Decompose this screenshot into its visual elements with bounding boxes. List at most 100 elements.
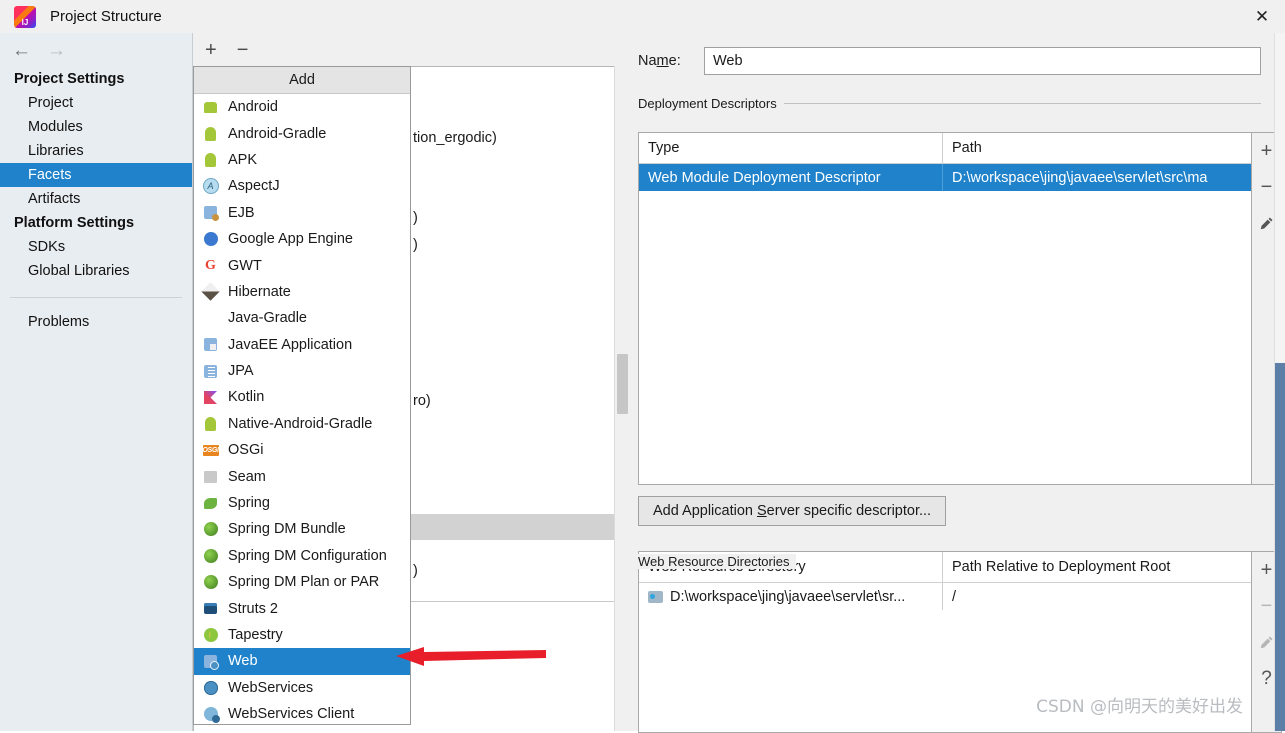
popup-item-label: JPA <box>228 363 254 380</box>
close-icon[interactable]: ✕ <box>1239 0 1285 33</box>
nav-history-buttons: ← → <box>0 33 192 67</box>
popup-item-native-android-gradle[interactable]: Native-Android-Gradle <box>194 411 410 437</box>
name-label: Name: <box>638 53 681 69</box>
sidebar-item-modules[interactable]: Modules <box>0 115 192 139</box>
popup-item-java-gradle[interactable]: Java-Gradle <box>194 305 410 331</box>
webservices-icon <box>202 679 219 696</box>
facets-tree-fragment: ) <box>413 563 418 579</box>
dialog-scrollbar-track[interactable] <box>1274 33 1285 731</box>
popup-item-web[interactable]: Web <box>194 648 410 675</box>
hibernate-icon <box>201 282 220 302</box>
forward-arrow-icon[interactable]: → <box>47 41 66 60</box>
popup-item-label: Struts 2 <box>228 600 278 617</box>
back-arrow-icon[interactable]: ← <box>12 41 31 60</box>
webservices-client-icon <box>202 706 220 724</box>
column-header-path-relative[interactable]: Path Relative to Deployment Root <box>942 552 1251 582</box>
title-bar: Project Structure ✕ <box>0 0 1285 33</box>
popup-item-javaee-application[interactable]: JavaEE Application <box>194 332 410 358</box>
popup-item-label: Kotlin <box>228 389 265 406</box>
blank-icon <box>202 310 219 327</box>
popup-item-label: Seam <box>228 468 266 485</box>
popup-item-label: OSGi <box>228 442 264 459</box>
left-sidebar: ← → Project Settings Project Modules Lib… <box>0 33 193 731</box>
sidebar-item-project[interactable]: Project <box>0 91 192 115</box>
popup-item-spring-dm-bundle[interactable]: Spring DM Bundle <box>194 516 410 542</box>
watermark: CSDN @向明天的美好出发 <box>1036 697 1243 717</box>
popup-item-android[interactable]: Android <box>194 94 410 120</box>
popup-item-ejb[interactable]: EJB <box>194 200 410 226</box>
popup-item-osgi[interactable]: OSGI OSGi <box>194 437 410 463</box>
popup-item-aspectj[interactable]: A AspectJ <box>194 173 410 199</box>
add-facet-button[interactable]: + <box>205 40 217 60</box>
popup-item-label: Hibernate <box>228 283 291 300</box>
cell-type: Web Module Deployment Descriptor <box>648 169 881 186</box>
popup-item-spring-dm-plan-or-par[interactable]: Spring DM Plan or PAR <box>194 569 410 595</box>
column-header-path[interactable]: Path <box>942 133 1251 163</box>
popup-item-label: Google App Engine <box>228 231 353 248</box>
popup-item-hibernate[interactable]: Hibernate <box>194 279 410 305</box>
column-header-type[interactable]: Type <box>639 133 942 163</box>
table-row[interactable]: Web Module Deployment Descriptor D:\work… <box>639 164 1251 191</box>
name-row: Name: <box>638 47 1261 75</box>
sidebar-item-sdks[interactable]: SDKs <box>0 235 192 259</box>
facets-tree-fragment: tion_ergodic) <box>413 130 497 146</box>
project-structure-dialog: Project Structure ✕ ← → Project Settings… <box>0 0 1285 733</box>
add-popup-list[interactable]: Android Android-Gradle APK A AspectJ EJB… <box>194 94 410 724</box>
popup-item-label: Spring DM Configuration <box>228 547 387 564</box>
facets-tree-fragment: ) <box>413 237 418 253</box>
popup-item-gwt[interactable]: G GWT <box>194 252 410 278</box>
sidebar-group-platform-settings: Platform Settings <box>14 215 135 231</box>
popup-item-label: Java-Gradle <box>228 310 307 327</box>
remove-facet-button[interactable]: − <box>237 40 249 60</box>
popup-item-label: GWT <box>228 257 262 274</box>
kotlin-icon <box>202 389 219 406</box>
facets-toolbar: + − <box>193 33 630 66</box>
sidebar-item-problems[interactable]: Problems <box>0 310 192 334</box>
popup-item-label: Spring <box>228 495 270 512</box>
android-gradle-icon <box>202 125 219 142</box>
popup-item-label: AspectJ <box>228 178 280 195</box>
popup-item-label: Android <box>228 99 278 116</box>
popup-item-webservices[interactable]: WebServices <box>194 675 410 701</box>
popup-item-android-gradle[interactable]: Android-Gradle <box>194 120 410 146</box>
popup-item-apk[interactable]: APK <box>194 147 410 173</box>
sidebar-item-global-libraries[interactable]: Global Libraries <box>0 259 192 283</box>
popup-item-google-app-engine[interactable]: Google App Engine <box>194 226 410 252</box>
table-row[interactable]: D:\workspace\jing\javaee\servlet\sr... / <box>639 583 1251 610</box>
popup-item-kotlin[interactable]: Kotlin <box>194 384 410 410</box>
facets-tree-fragment: ro) <box>413 393 431 409</box>
popup-item-tapestry[interactable]: Tapestry <box>194 622 410 648</box>
sidebar-item-facets[interactable]: Facets <box>0 163 192 187</box>
popup-item-jpa[interactable]: JPA <box>194 358 410 384</box>
facets-scrollbar-thumb[interactable] <box>617 354 628 414</box>
popup-item-webservices-client[interactable]: WebServices Client <box>194 701 410 724</box>
popup-item-label: JavaEE Application <box>228 336 353 353</box>
cell-directory: D:\workspace\jing\javaee\servlet\sr... <box>639 583 942 610</box>
intellij-idea-icon <box>14 5 36 28</box>
cell-relative-path: / <box>942 583 1251 610</box>
google-app-engine-icon <box>202 231 219 248</box>
popup-item-label: Web <box>228 653 258 670</box>
deployment-descriptors-table[interactable]: Type Path Web Module Deployment Descript… <box>638 132 1252 485</box>
popup-item-label: Spring DM Bundle <box>228 521 346 538</box>
dialog-scrollbar-thumb[interactable] <box>1275 363 1285 731</box>
add-facet-popup: Add Android Android-Gradle APK A AspectJ… <box>193 66 411 725</box>
popup-item-seam[interactable]: Seam <box>194 463 410 489</box>
aspectj-icon: A <box>202 178 219 195</box>
popup-item-label: APK <box>228 151 258 168</box>
sidebar-item-libraries[interactable]: Libraries <box>0 139 192 163</box>
add-application-server-descriptor-button[interactable]: Add Application Server specific descript… <box>638 496 947 526</box>
native-android-gradle-icon <box>202 415 219 432</box>
popup-item-label: EJB <box>228 204 255 221</box>
deployment-descriptors-group-label: Deployment Descriptors <box>638 96 784 111</box>
cell-directory-text: D:\workspace\jing\javaee\servlet\sr... <box>670 588 906 605</box>
sidebar-item-artifacts[interactable]: Artifacts <box>0 187 192 211</box>
popup-item-struts-2[interactable]: Struts 2 <box>194 595 410 621</box>
facet-name-input[interactable] <box>704 47 1261 75</box>
facets-scrollbar-track[interactable] <box>614 66 630 731</box>
jpa-icon <box>202 363 219 380</box>
popup-item-spring[interactable]: Spring <box>194 490 410 516</box>
popup-item-spring-dm-configuration[interactable]: Spring DM Configuration <box>194 543 410 569</box>
gwt-icon: G <box>205 257 216 273</box>
web-icon <box>202 653 219 670</box>
